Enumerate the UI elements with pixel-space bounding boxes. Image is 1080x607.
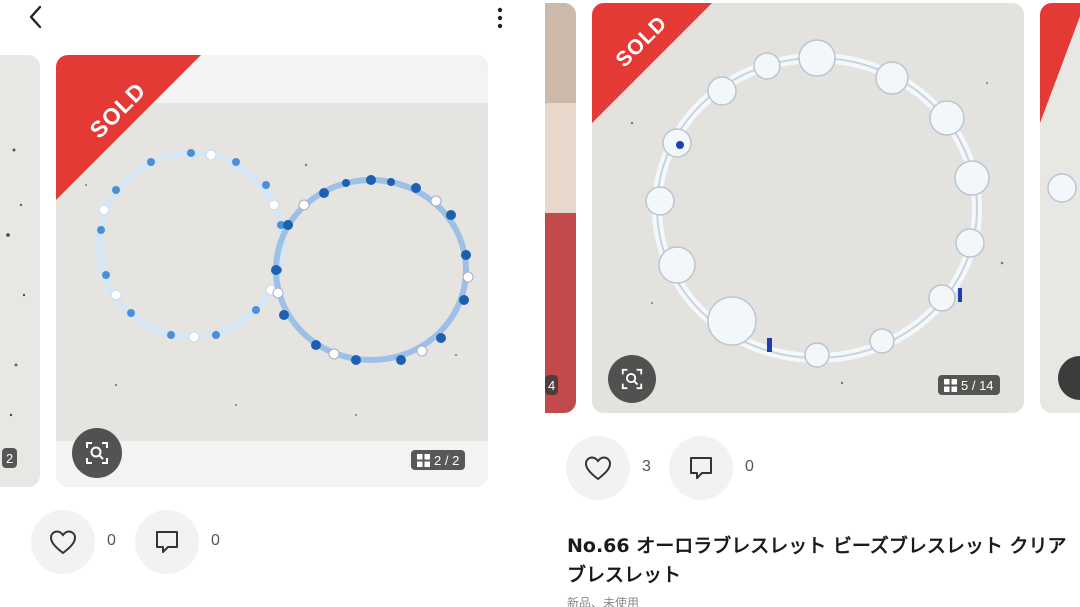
- next-image-fragment: [1040, 3, 1080, 400]
- comment-count: 0: [745, 458, 754, 475]
- panel-divider: [532, 0, 545, 607]
- speech-bubble-icon: [156, 531, 178, 553]
- image-counter-text: 2 / 2: [434, 452, 460, 468]
- like-button[interactable]: [31, 510, 95, 574]
- image-search-button[interactable]: [608, 355, 656, 403]
- previous-image-counter: 4: [545, 375, 559, 395]
- comment-count: 0: [211, 532, 220, 549]
- product-image-card[interactable]: SOLD 5 / 14: [592, 3, 1024, 413]
- product-condition: 新品、未使用: [567, 596, 640, 607]
- previous-image-peek[interactable]: 4: [545, 3, 576, 413]
- heart-icon: [49, 530, 77, 555]
- chevron-left-icon: [29, 5, 42, 29]
- image-search-icon: [86, 442, 108, 464]
- previous-counter-text: 4: [548, 377, 556, 393]
- more-options-button[interactable]: [490, 4, 510, 30]
- grid-icon: [417, 453, 430, 467]
- right-listing-panel: 4 SOLD 5 / 14 3 0 No.66 オーロラブレスレット ビーズブレ…: [545, 0, 1080, 607]
- image-search-button[interactable]: [72, 428, 122, 478]
- previous-image-peek[interactable]: 2: [0, 55, 40, 487]
- vertical-dots-icon: [497, 7, 503, 29]
- heart-icon: [584, 456, 612, 481]
- grid-icon: [944, 378, 957, 392]
- image-search-icon: [621, 368, 643, 390]
- like-count: 0: [107, 532, 116, 549]
- comment-button[interactable]: [135, 510, 199, 574]
- previous-image-counter: 2: [2, 448, 18, 468]
- sold-ribbon: SOLD: [592, 3, 717, 128]
- sold-ribbon: SOLD: [56, 55, 206, 205]
- comment-button[interactable]: [669, 436, 733, 500]
- left-listing-panel: 2 SOLD 2 / 2 0 0: [0, 0, 532, 607]
- product-image-card[interactable]: SOLD 2 / 2: [56, 55, 488, 487]
- product-title: No.66 オーロラブレスレット ビーズブレスレット クリアブレスレット: [567, 535, 1067, 586]
- hand-photo-fragment: [545, 3, 576, 413]
- next-image-peek[interactable]: [1040, 3, 1080, 413]
- image-counter-text: 5 / 14: [961, 377, 994, 393]
- like-button[interactable]: [566, 436, 630, 500]
- image-counter: 2 / 2: [411, 450, 466, 470]
- speech-bubble-icon: [690, 457, 712, 479]
- speckled-texture: [6, 148, 26, 417]
- previous-counter-text: 2: [6, 450, 14, 466]
- image-counter: 5 / 14: [938, 375, 1000, 395]
- back-button[interactable]: [22, 2, 52, 32]
- like-count: 3: [642, 458, 651, 475]
